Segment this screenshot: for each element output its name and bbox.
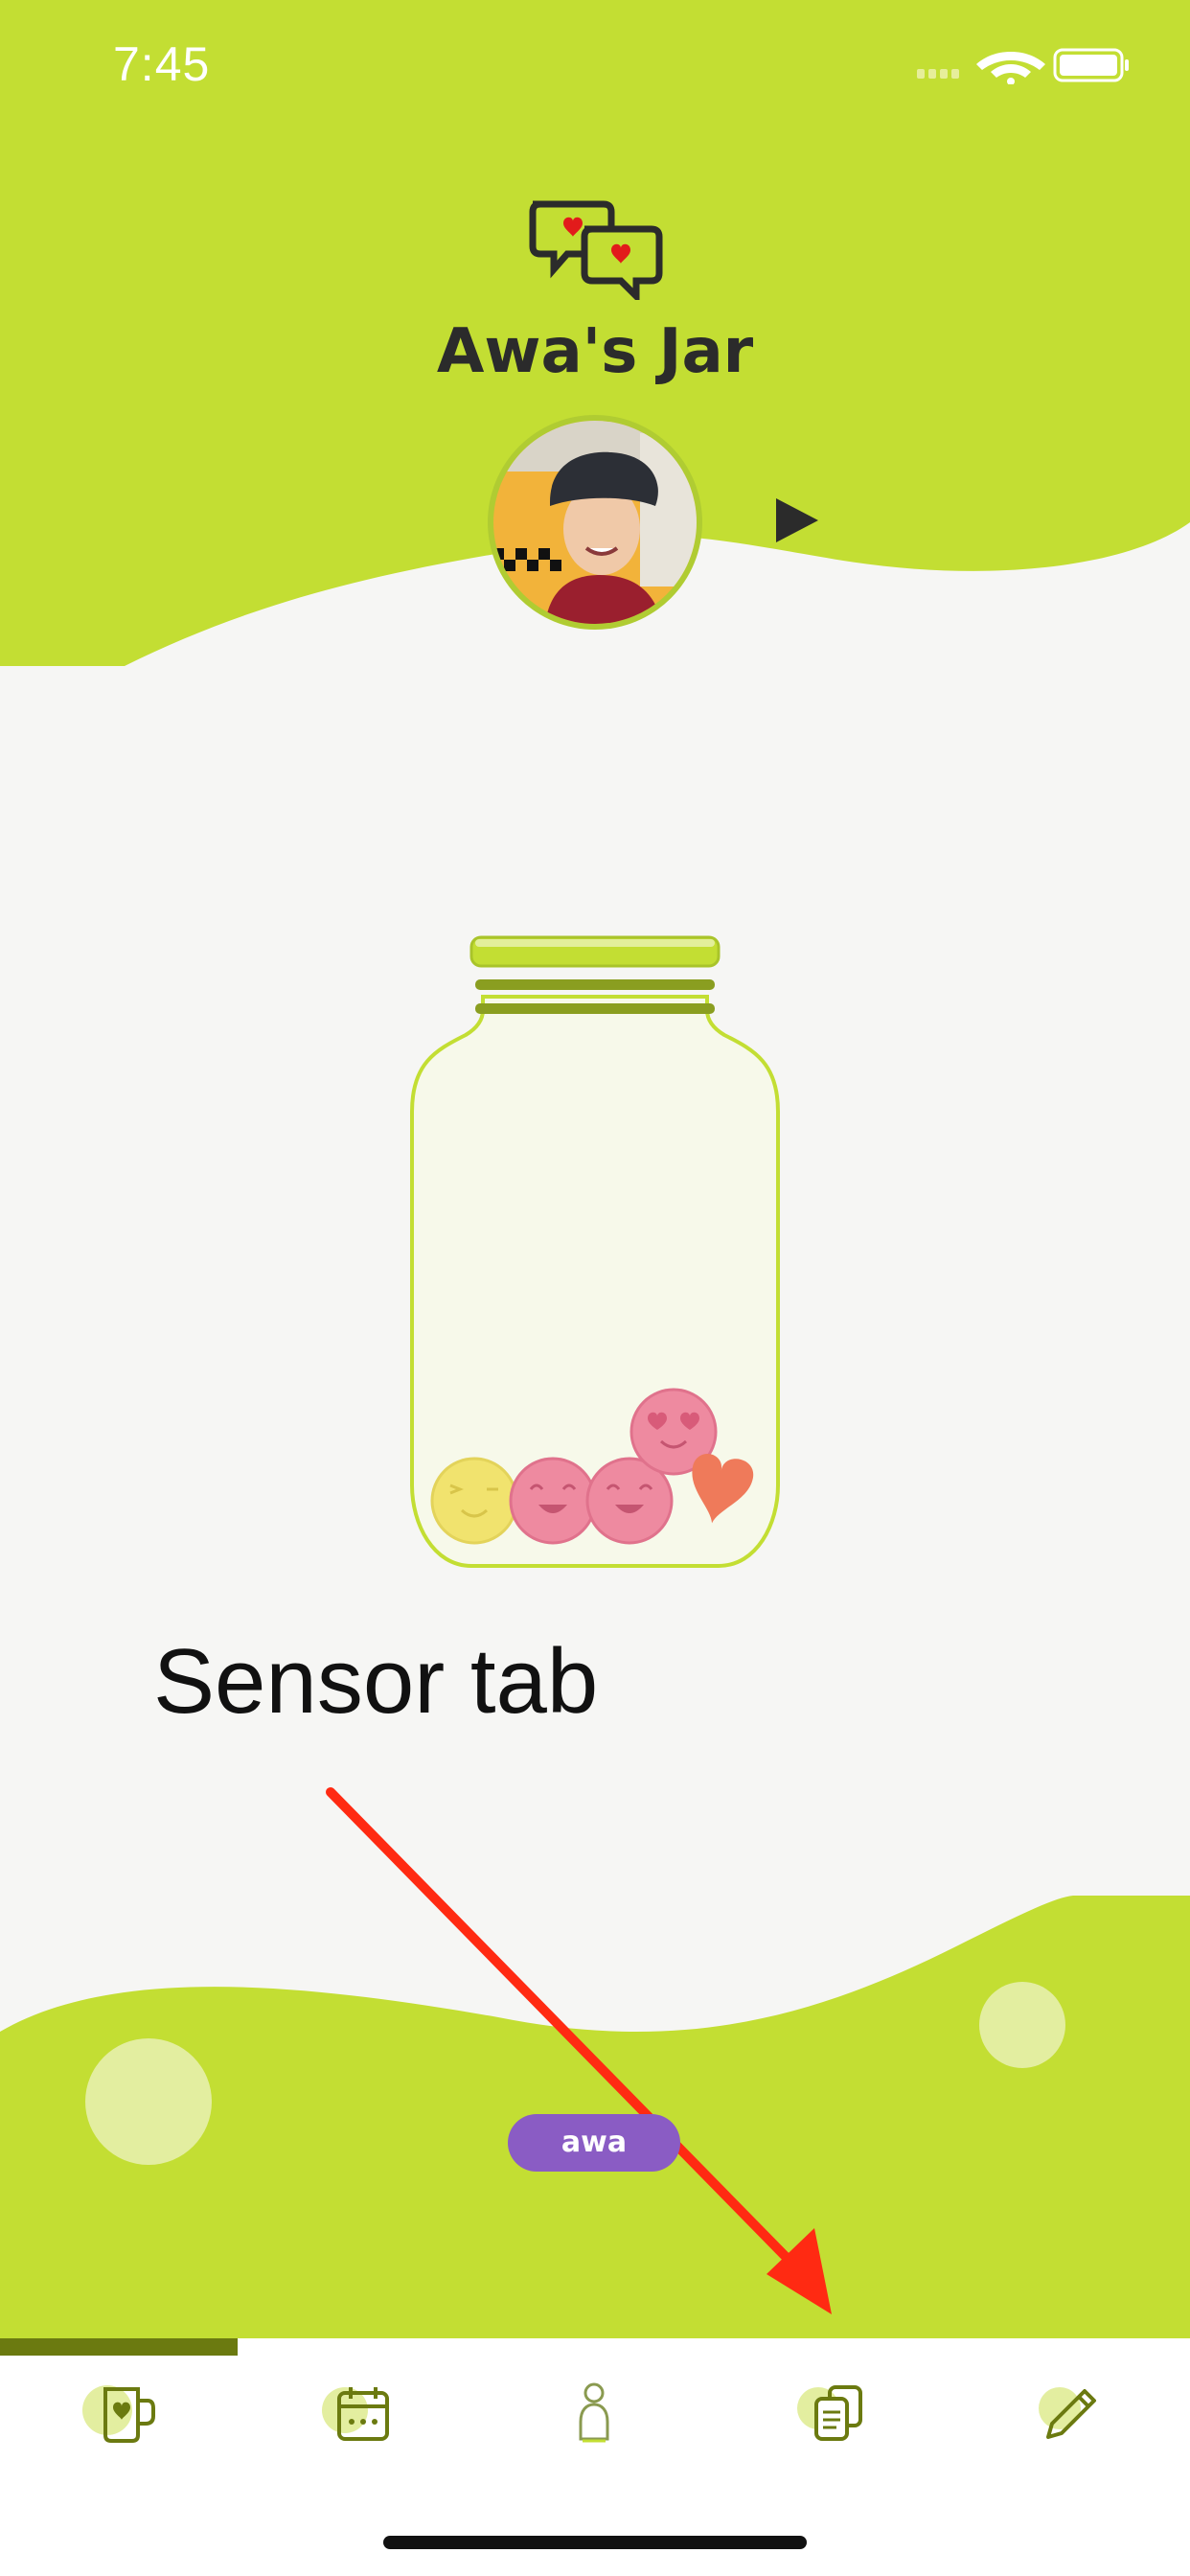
play-icon[interactable] — [774, 496, 820, 544]
status-time: 7:45 — [113, 37, 211, 91]
tab-sensor[interactable] — [475, 2356, 713, 2471]
user-pill[interactable]: awa — [508, 2114, 680, 2172]
tab-edit[interactable] — [950, 2356, 1188, 2471]
tab-calendar[interactable] — [238, 2356, 475, 2471]
battery-icon — [1053, 48, 1129, 82]
annotation-arrow — [326, 1787, 832, 2314]
calendar-icon — [322, 2387, 389, 2441]
avatar[interactable] — [487, 414, 703, 631]
person-icon — [579, 2382, 609, 2443]
tab-notes[interactable] — [713, 2356, 950, 2471]
pink-smiley-icon — [509, 1457, 597, 1545]
status-icons — [917, 48, 1129, 84]
signal-icon — [917, 69, 959, 79]
wifi-icon — [976, 52, 1045, 84]
chat-hearts-icon — [529, 200, 663, 300]
pencil-icon — [1039, 2387, 1096, 2439]
home-indicator — [383, 2536, 807, 2549]
mug-heart-icon — [82, 2385, 155, 2443]
page-title: Awa's Jar — [436, 316, 754, 387]
tab-active-indicator — [0, 2338, 238, 2356]
yellow-smiley-icon — [430, 1457, 518, 1545]
jar — [410, 935, 780, 1568]
annotation-label: Sensor tab — [153, 1630, 599, 1733]
tab-jar[interactable] — [0, 2356, 238, 2471]
documents-icon — [797, 2385, 862, 2441]
